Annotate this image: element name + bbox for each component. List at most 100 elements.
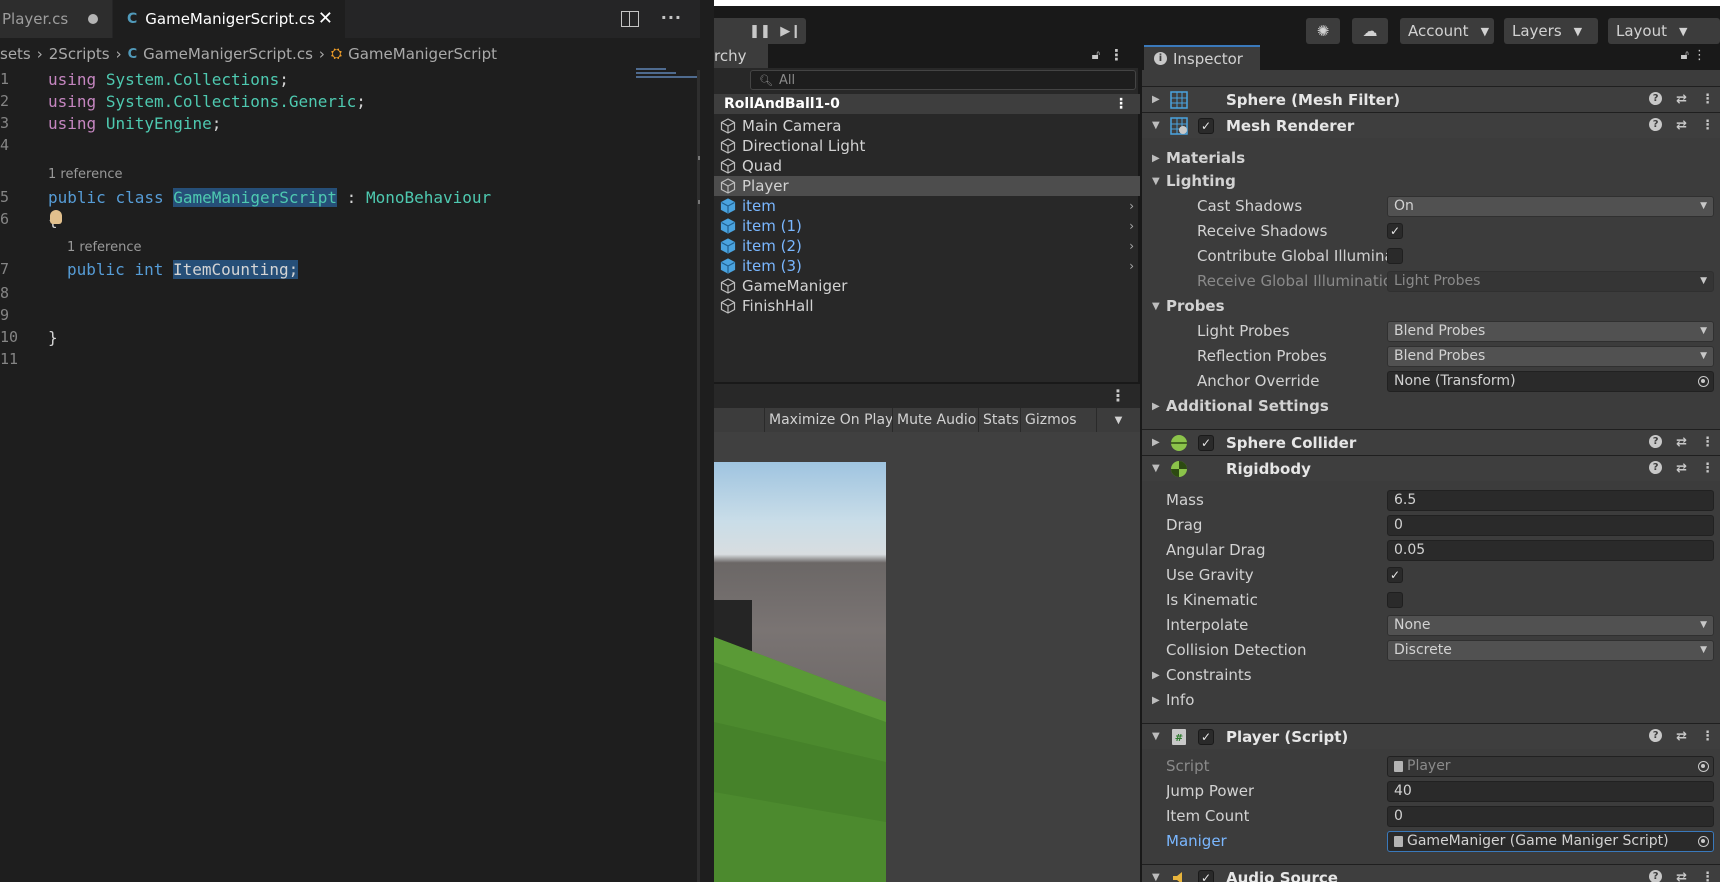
reflection-probes-dropdown[interactable]: Blend Probes [1387, 345, 1714, 367]
kebab-menu-icon[interactable]: ⋮ [1701, 118, 1714, 133]
expand-arrow-icon[interactable]: ▶ [1152, 401, 1160, 412]
hierarchy-item[interactable]: Directional Light [714, 136, 1140, 156]
account-dropdown[interactable]: Account ▼ [1400, 18, 1494, 44]
preset-icon[interactable]: ⇄ [1676, 435, 1687, 450]
prefab-open-chevron-icon[interactable]: › [1129, 199, 1134, 213]
mass-input[interactable]: 6.5 [1387, 489, 1714, 511]
lighting-foldout[interactable]: ▼ Lighting [1142, 169, 1720, 193]
preset-icon[interactable]: ⇄ [1676, 92, 1687, 107]
help-icon[interactable]: ? [1649, 435, 1663, 448]
component-rigidbody[interactable]: ▼ Rigidbody ? ⇄ ⋮ [1142, 455, 1720, 481]
hierarchy-search-input[interactable]: 🔍︎ All [750, 70, 1136, 90]
drag-input[interactable]: 0 [1387, 514, 1714, 536]
hierarchy-item[interactable]: GameManiger [714, 276, 1140, 296]
maximize-on-play-toggle[interactable]: Maximize On Play [764, 408, 897, 432]
expand-arrow-icon[interactable]: ▶ [1152, 153, 1160, 164]
enabled-checkbox[interactable]: ✓ [1198, 434, 1214, 451]
contribute-gi-checkbox[interactable] [1387, 248, 1403, 264]
pause-icon[interactable]: ❚❚ [745, 24, 776, 39]
expand-arrow-icon[interactable]: ▶ [1152, 94, 1160, 105]
preset-icon[interactable]: ⇄ [1676, 870, 1687, 882]
preset-icon[interactable]: ⇄ [1676, 461, 1687, 476]
materials-foldout[interactable]: ▶ Materials [1142, 146, 1720, 170]
collapse-arrow-icon[interactable]: ▼ [1152, 731, 1160, 742]
help-icon[interactable]: ? [1649, 870, 1663, 882]
tab-player-cs[interactable]: Player.cs [0, 0, 112, 38]
sun-icon[interactable]: ✺ [1306, 18, 1340, 44]
item-count-input[interactable]: 0 [1387, 805, 1714, 827]
expand-arrow-icon[interactable]: ▶ [1152, 437, 1160, 448]
cloud-icon[interactable]: ☁ [1352, 18, 1388, 44]
enabled-checkbox[interactable]: ✓ [1198, 728, 1214, 745]
lock-icon[interactable]: 🔓︎ ⋮ [1680, 48, 1706, 63]
kebab-menu-icon[interactable]: ⋮ [1110, 386, 1126, 405]
maniger-object-field[interactable]: GameManiger (Game Maniger Script) [1387, 830, 1714, 852]
collapse-arrow-icon[interactable]: ▼ [1152, 176, 1160, 187]
help-icon[interactable]: ? [1649, 729, 1663, 742]
codelens-references[interactable]: 1 reference [67, 240, 141, 255]
code-line[interactable]: using System.Collections.Generic; [48, 92, 366, 111]
hierarchy-item[interactable]: item (2) › [714, 236, 1140, 256]
prefab-open-chevron-icon[interactable]: › [1129, 239, 1134, 253]
component-audio-source[interactable]: ▼ ✓ Audio Source ? ⇄ ⋮ [1142, 864, 1720, 882]
gizmos-toggle[interactable]: Gizmos [1020, 408, 1081, 432]
layout-dropdown[interactable]: Layout ▼ [1608, 18, 1720, 44]
codelens-references[interactable]: 1 reference [48, 167, 122, 182]
preset-icon[interactable]: ⇄ [1676, 729, 1687, 744]
help-icon[interactable]: ? [1649, 461, 1663, 474]
hierarchy-item[interactable]: Quad [714, 156, 1140, 176]
minimap[interactable] [636, 68, 700, 80]
stats-toggle[interactable]: Stats [978, 408, 1023, 432]
hierarchy-item[interactable]: FinishHall [714, 296, 1140, 316]
expand-arrow-icon[interactable]: ▶ [1152, 670, 1160, 681]
editor-scrollbar[interactable] [697, 70, 700, 882]
lock-icon[interactable]: 🔓︎ [1092, 48, 1100, 63]
angular-drag-input[interactable]: 0.05 [1387, 539, 1714, 561]
expand-arrow-icon[interactable]: ▶ [1152, 695, 1160, 706]
component-player-script[interactable]: ▼ # ✓ Player (Script) ? ⇄ ⋮ [1142, 723, 1720, 749]
collapse-arrow-icon[interactable]: ▼ [1152, 872, 1160, 882]
hierarchy-item[interactable]: item (1) › [714, 216, 1140, 236]
step-icon[interactable]: ▶❙ [775, 24, 806, 39]
object-picker-icon[interactable] [1698, 375, 1709, 387]
game-view[interactable] [714, 432, 1140, 882]
kebab-menu-icon[interactable]: ⋮ [1701, 870, 1714, 882]
component-sphere-collider[interactable]: ▶ ✓ Sphere Collider ? ⇄ ⋮ [1142, 429, 1720, 455]
mute-audio-toggle[interactable]: Mute Audio [892, 408, 980, 432]
anchor-override-field[interactable]: None (Transform) [1387, 370, 1714, 392]
unsaved-dot-icon[interactable] [88, 14, 98, 24]
light-probes-dropdown[interactable]: Blend Probes [1387, 320, 1714, 342]
split-editor-icon[interactable] [620, 11, 639, 27]
kebab-menu-icon[interactable]: ⋮ [1114, 96, 1128, 112]
prefab-open-chevron-icon[interactable]: › [1129, 219, 1134, 233]
interpolate-dropdown[interactable]: None [1387, 614, 1714, 636]
probes-foldout[interactable]: ▼ Probes [1142, 294, 1720, 318]
help-icon[interactable]: ? [1649, 118, 1663, 131]
object-picker-icon[interactable] [1698, 835, 1709, 847]
scene-root-row[interactable]: RollAndBall1-0 ⋮ [714, 94, 1140, 114]
constraints-foldout[interactable]: ▶ Constraints [1142, 663, 1720, 687]
hierarchy-item[interactable]: Player [714, 176, 1140, 196]
code-line[interactable]: public class GameManigerScript : MonoBeh… [48, 188, 491, 207]
code-line[interactable]: using UnityEngine; [48, 114, 221, 133]
tab-hierarchy[interactable]: rchy [714, 44, 768, 68]
component-mesh-renderer[interactable]: ▼ ✓ Mesh Renderer ? ⇄ ⋮ [1142, 112, 1720, 138]
tab-gamemanigerscript-cs[interactable]: C GameManigerScript.cs ✕ [113, 0, 345, 38]
collapse-arrow-icon[interactable]: ▼ [1152, 301, 1160, 312]
collapse-arrow-icon[interactable]: ▼ [1152, 463, 1160, 474]
hierarchy-item[interactable]: item › [714, 196, 1140, 216]
breadcrumb-item[interactable]: GameManigerScript [348, 45, 497, 63]
jump-power-input[interactable]: 40 [1387, 780, 1714, 802]
additional-settings-foldout[interactable]: ▶ Additional Settings [1142, 394, 1720, 418]
tab-inspector[interactable]: i Inspector [1144, 45, 1260, 70]
breadcrumb-item[interactable]: 2Scripts [49, 45, 110, 63]
info-foldout[interactable]: ▶ Info [1142, 688, 1720, 712]
help-icon[interactable]: ? [1649, 92, 1663, 105]
kebab-menu-icon[interactable]: ⋮ [1109, 46, 1124, 64]
use-gravity-checkbox[interactable]: ✓ [1387, 567, 1403, 583]
cast-shadows-dropdown[interactable]: On [1387, 195, 1714, 217]
layers-dropdown[interactable]: Layers ▼ [1504, 18, 1598, 44]
lightbulb-icon[interactable] [50, 210, 62, 224]
kebab-menu-icon[interactable]: ⋮ [1701, 461, 1714, 476]
preset-icon[interactable]: ⇄ [1676, 118, 1687, 133]
